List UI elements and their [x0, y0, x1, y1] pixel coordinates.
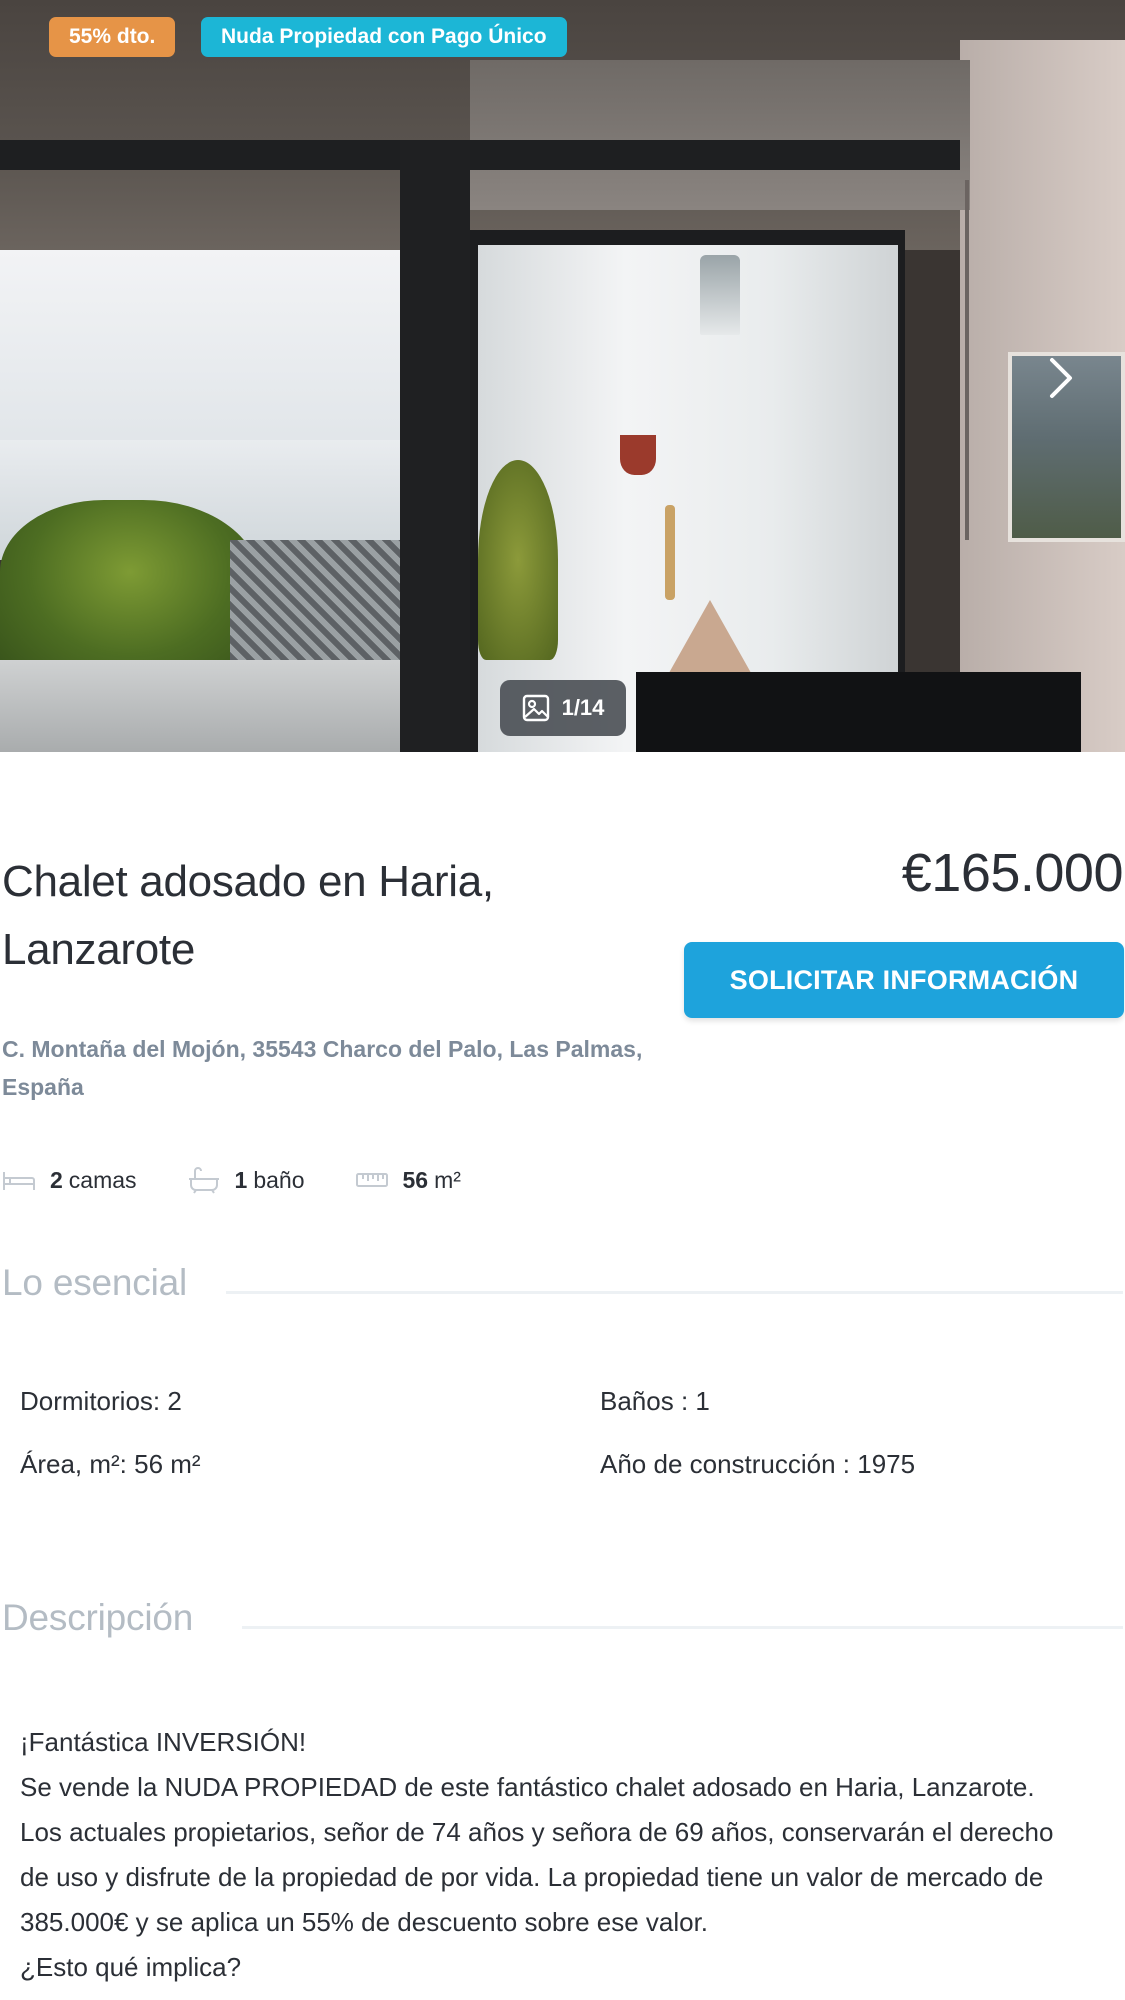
- description-line: Se vende la NUDA PROPIEDAD de este fantá…: [20, 1772, 1035, 1802]
- address-line1: C. Montaña del Mojón, 35543 Charco del P…: [2, 1036, 643, 1062]
- ownership-type-badge: Nuda Propiedad con Pago Único: [201, 17, 567, 57]
- feature-baths: 1 baño: [187, 1166, 305, 1194]
- photo-counter-text: 1/14: [561, 695, 605, 720]
- description-line: 385.000€ y se aplica un 55% de descuento…: [20, 1907, 709, 1937]
- essentials-bathrooms: Baños : 1: [600, 1386, 710, 1416]
- bed-icon: [3, 1172, 35, 1190]
- photo-gallery[interactable]: 55% dto. Nuda Propiedad con Pago Único 1…: [0, 0, 1125, 752]
- description-heading: Descripción: [2, 1597, 194, 1638]
- listing-price: €165.000: [901, 843, 1124, 903]
- baths-unit: baño: [253, 1166, 305, 1193]
- area-value: 56: [402, 1166, 429, 1193]
- feature-area: 56 m²: [355, 1166, 461, 1194]
- description-line: de uso y disfrute de la propiedad de por…: [20, 1862, 1044, 1892]
- description-line: ¿Esto qué implica?: [20, 1952, 242, 1982]
- feature-summary: 2 camas 1 baño 56 m²: [2, 1160, 511, 1200]
- description-line: ¡Fantástica INVERSIÓN!: [20, 1727, 307, 1757]
- image-icon: [522, 694, 549, 722]
- beds-count: 2: [50, 1166, 63, 1193]
- essentials-heading: Lo esencial: [2, 1262, 187, 1303]
- area-unit: m²: [434, 1166, 461, 1193]
- bathtub-icon: [188, 1167, 219, 1194]
- essentials-divider: [226, 1291, 1123, 1294]
- chevron-right-icon: [1050, 358, 1072, 398]
- essentials-year-built: Año de construcción : 1975: [600, 1449, 916, 1479]
- address-line2: España: [2, 1074, 84, 1100]
- discount-badge: 55% dto.: [49, 17, 176, 57]
- photo-counter[interactable]: 1/14: [500, 680, 626, 736]
- request-info-button[interactable]: SOLICITAR INFORMACIÓN: [684, 942, 1124, 1018]
- description-text: ¡Fantástica INVERSIÓN! Se vende la NUDA …: [20, 1720, 1125, 1990]
- listing-title-line1: Chalet adosado en Haria,: [2, 857, 494, 906]
- next-photo-button[interactable]: [1040, 352, 1080, 404]
- beds-unit: camas: [68, 1166, 137, 1193]
- listing-title-line2: Lanzarote: [2, 925, 196, 974]
- essentials-bedrooms: Dormitorios: 2: [20, 1386, 182, 1416]
- description-divider: [242, 1626, 1123, 1629]
- feature-beds: 2 camas: [2, 1166, 137, 1194]
- essentials-area: Área, m²: 56 m²: [20, 1449, 201, 1479]
- description-line: Los actuales propietarios, señor de 74 a…: [20, 1817, 1054, 1847]
- listing-address: C. Montaña del Mojón, 35543 Charco del P…: [2, 1030, 662, 1106]
- ruler-icon: [355, 1173, 388, 1187]
- baths-count: 1: [234, 1166, 248, 1193]
- listing-title: Chalet adosado en Haria, Lanzarote: [2, 848, 592, 984]
- listing-photo[interactable]: [0, 0, 1125, 752]
